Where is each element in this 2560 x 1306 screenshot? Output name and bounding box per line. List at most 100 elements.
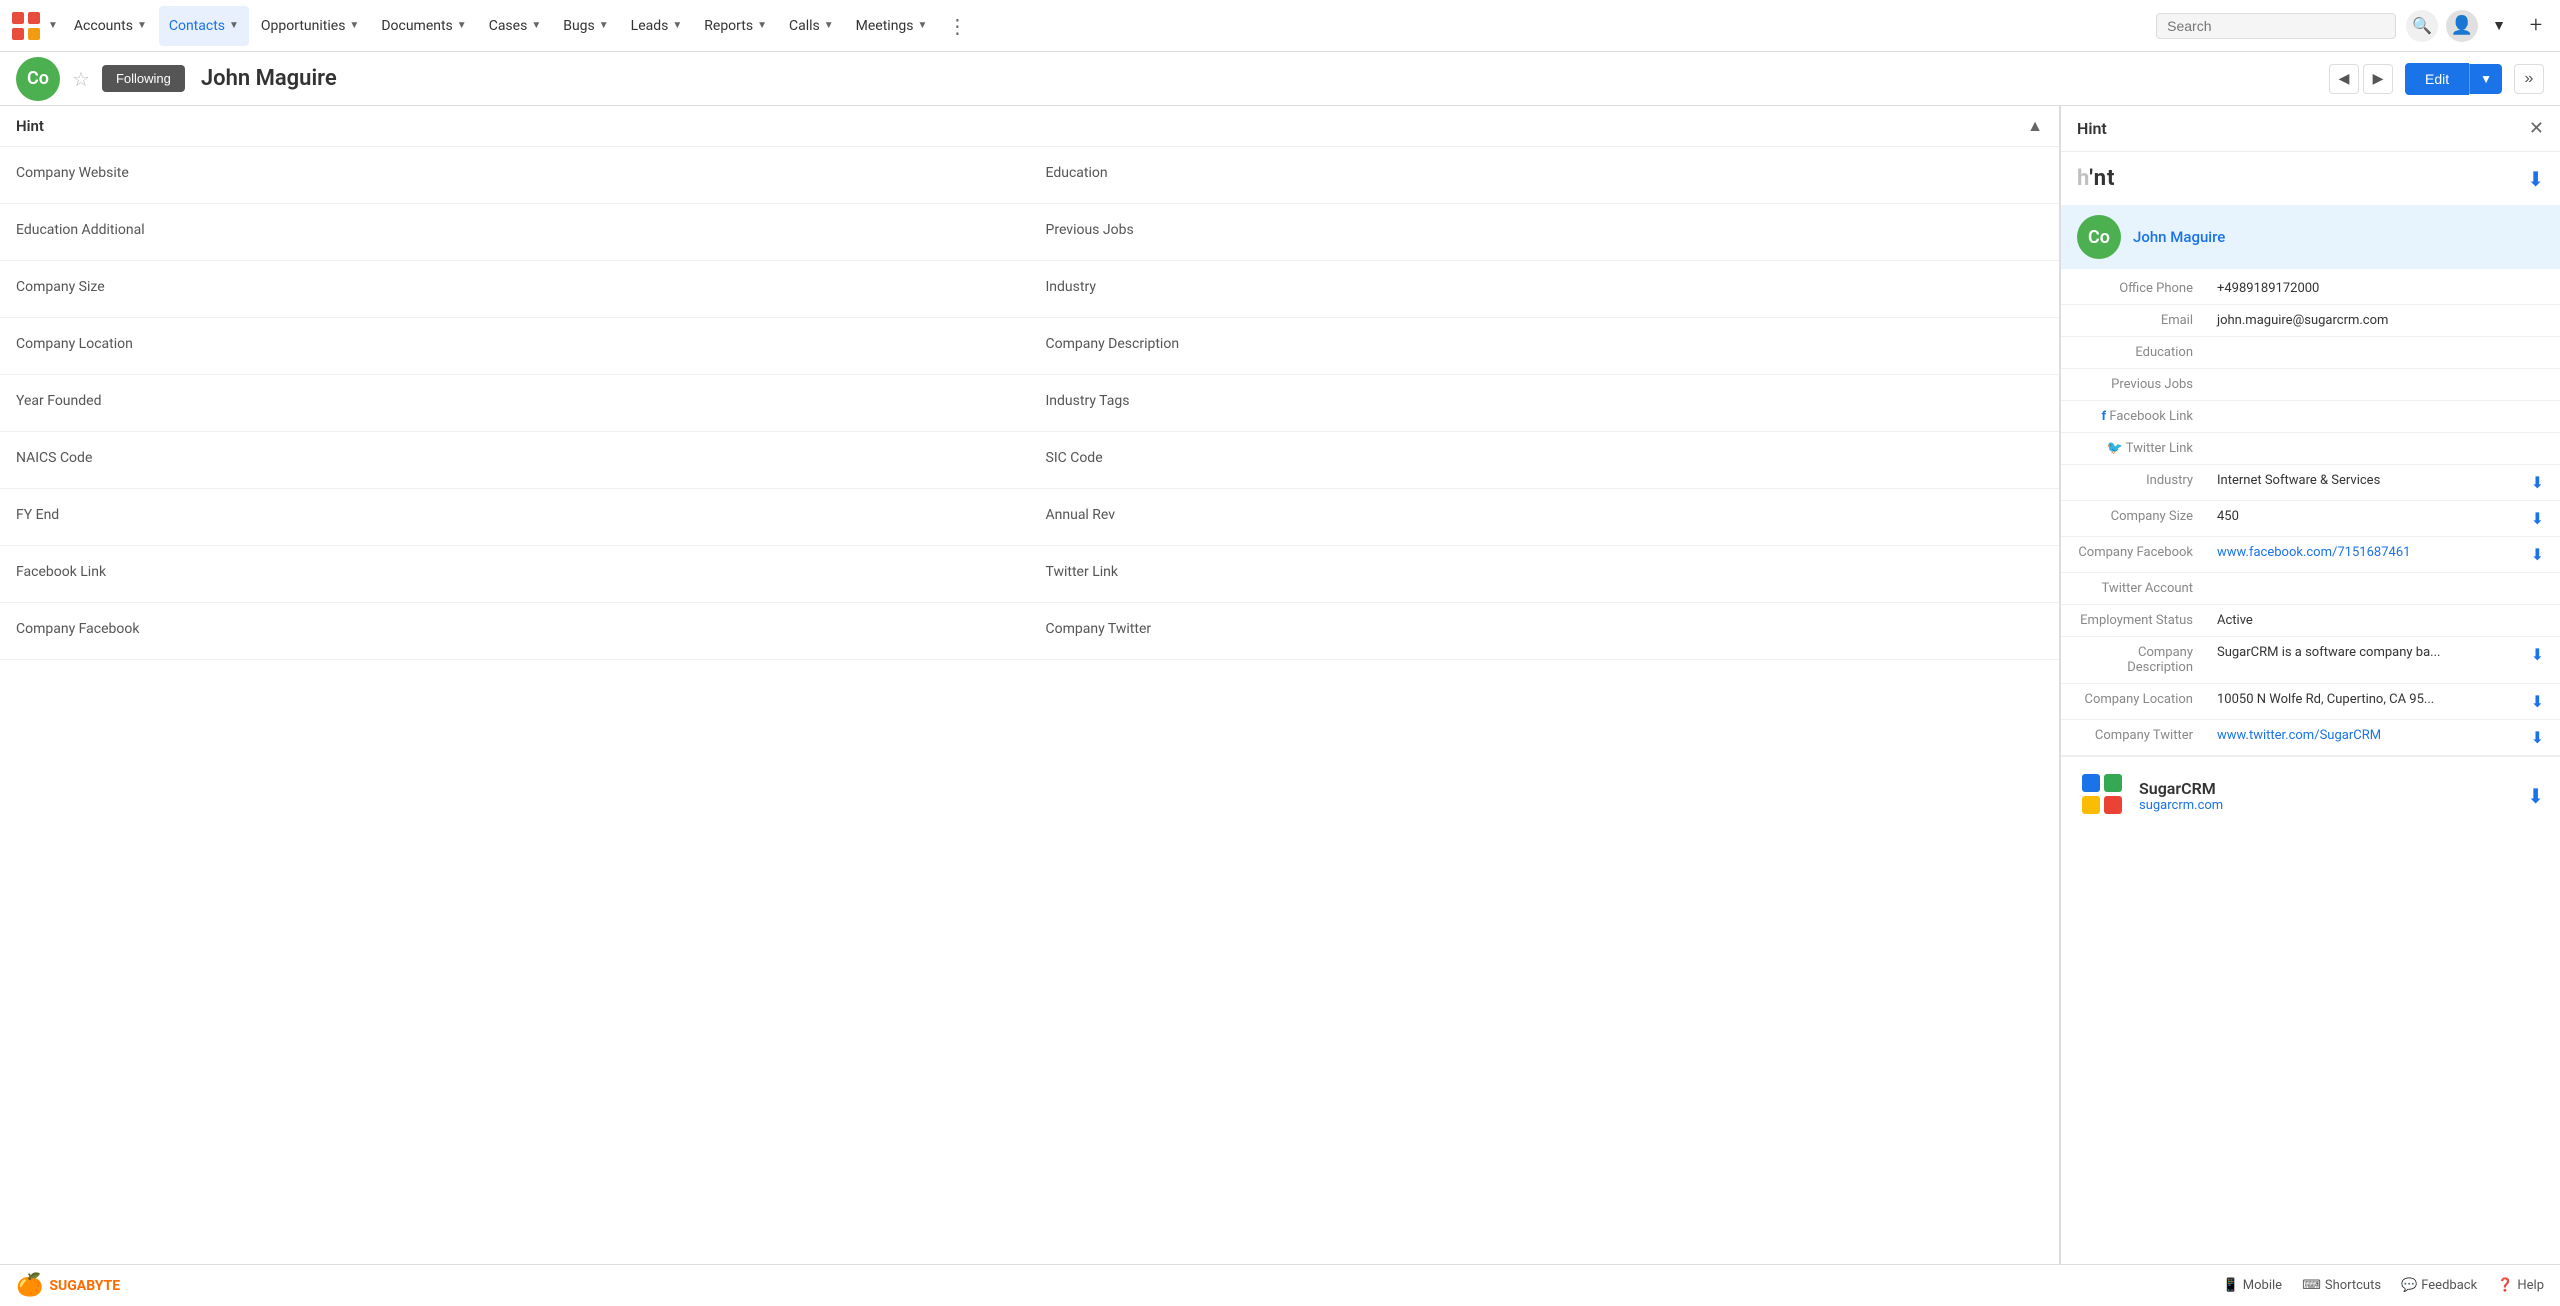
prev-contact-button[interactable]: ◀: [2329, 64, 2359, 94]
nav-item-cases[interactable]: Cases ▼: [479, 6, 552, 46]
edit-button[interactable]: Edit: [2405, 63, 2469, 95]
edit-button-group: Edit ▼: [2405, 63, 2502, 95]
footer-link-feedback[interactable]: 💬Feedback: [2401, 1278, 2477, 1293]
edit-dropdown-button[interactable]: ▼: [2469, 64, 2502, 94]
search-icon-button[interactable]: 🔍: [2406, 10, 2438, 42]
nav-item-reports[interactable]: Reports ▼: [694, 6, 777, 46]
hint-text-value: SugarCRM is a software company ba...: [2217, 645, 2440, 660]
nav-more-button[interactable]: ⋮: [939, 8, 975, 44]
add-button[interactable]: +: [2520, 10, 2552, 42]
company-info: SugarCRM sugarcrm.com: [2139, 779, 2223, 813]
footer-icon-shortcuts: ⌨: [2302, 1278, 2321, 1293]
form-field-left-2: Company Size: [0, 261, 1030, 318]
form-label: NAICS Code: [16, 450, 1014, 466]
form-label: SIC Code: [1046, 450, 2044, 466]
footer-logo: 🍊 SUGABYTE: [16, 1273, 120, 1298]
hint-row-download-icon[interactable]: ⬇: [2531, 728, 2544, 747]
hint-text-value: +4989189172000: [2217, 281, 2319, 296]
form-label: Facebook Link: [16, 564, 1014, 580]
hint-label: f Facebook Link: [2061, 401, 2201, 433]
hint-label: Company Location: [2061, 684, 2201, 720]
footer-link-shortcuts[interactable]: ⌨Shortcuts: [2302, 1278, 2381, 1293]
nav-item-leads[interactable]: Leads ▼: [621, 6, 693, 46]
hint-link-value[interactable]: www.twitter.com/SugarCRM: [2217, 728, 2381, 743]
favorite-star-button[interactable]: ☆: [72, 67, 90, 91]
logo-dropdown-icon[interactable]: ▼: [48, 20, 58, 31]
hint-label: Company Size: [2061, 501, 2201, 537]
hint-value-cell: [2201, 401, 2560, 433]
hint-label: 🐦 Twitter Link: [2061, 433, 2201, 465]
close-panel-button[interactable]: ✕: [2529, 118, 2544, 139]
collapse-hint-button[interactable]: ▲: [2027, 116, 2043, 136]
form-label: Year Founded: [16, 393, 1014, 409]
contact-name: John Maguire: [201, 66, 337, 91]
company-download-icon[interactable]: ⬇: [2527, 784, 2544, 808]
hint-form-grid: Company Website Education Education Additi…: [0, 147, 2059, 660]
form-field-right-6: Annual Rev: [1030, 489, 2060, 546]
footer-logo-text: SUGABYTE: [49, 1278, 120, 1294]
footer-icon-mobile: 📱: [2223, 1278, 2239, 1293]
hint-row-download-icon[interactable]: ⬇: [2531, 509, 2544, 528]
user-avatar-button[interactable]: 👤: [2446, 10, 2478, 42]
accounts-chevron-icon: ▼: [137, 20, 147, 31]
hint-contact-name[interactable]: John Maguire: [2133, 228, 2225, 246]
following-button[interactable]: Following: [102, 65, 185, 92]
company-url[interactable]: sugarcrm.com: [2139, 798, 2223, 813]
hint-info-row-6: IndustryInternet Software & Services⬇: [2061, 465, 2560, 501]
hint-row-download-icon[interactable]: ⬇: [2531, 645, 2544, 664]
form-field-right-4: Industry Tags: [1030, 375, 2060, 432]
nav-item-calls[interactable]: Calls ▼: [779, 6, 844, 46]
form-label: Company Website: [16, 165, 1014, 181]
nav-item-meetings[interactable]: Meetings ▼: [846, 6, 938, 46]
hint-contact-avatar: Co: [2077, 215, 2121, 259]
form-field-left-7: Facebook Link: [0, 546, 1030, 603]
nav-item-opportunities[interactable]: Opportunities ▼: [251, 6, 369, 46]
hint-row-download-icon[interactable]: ⬇: [2531, 473, 2544, 492]
hint-value-cell: 10050 N Wolfe Rd, Cupertino, CA 95... ⬇: [2201, 684, 2560, 720]
hint-logo-area: h'nt ⬇: [2061, 152, 2560, 205]
nav-icons-group: 🔍 👤 ▼ +: [2406, 6, 2552, 46]
main-layout: Hint ▲ Company WebsiteEducationEducation…: [0, 106, 2560, 1306]
form-label: Industry: [1046, 279, 2044, 295]
hint-value-cell: www.twitter.com/SugarCRM ⬇: [2201, 720, 2560, 756]
company-name: SugarCRM: [2139, 779, 2223, 798]
hint-value-cell: Active: [2201, 605, 2560, 637]
search-input[interactable]: [2167, 18, 2385, 34]
opportunities-chevron-icon: ▼: [349, 20, 359, 31]
form-field-right-1: Previous Jobs: [1030, 204, 2060, 261]
form-label: Company Size: [16, 279, 1014, 295]
nav-item-contacts[interactable]: Contacts ▼: [159, 6, 249, 46]
footer-link-help[interactable]: ❓Help: [2497, 1278, 2544, 1293]
form-label: Annual Rev: [1046, 507, 2044, 523]
reports-chevron-icon: ▼: [757, 20, 767, 31]
hint-link-value[interactable]: www.facebook.com/7151687461: [2217, 545, 2410, 560]
hint-info-row-1: Emailjohn.maguire@sugarcrm.com: [2061, 305, 2560, 337]
subheader-more-button[interactable]: »: [2514, 64, 2544, 94]
logo-icon: [8, 8, 44, 44]
hint-value-cell: Internet Software & Services⬇: [2201, 465, 2560, 501]
next-contact-button[interactable]: ▶: [2363, 64, 2393, 94]
nav-item-bugs[interactable]: Bugs ▼: [553, 6, 618, 46]
hint-download-icon[interactable]: ⬇: [2527, 167, 2544, 191]
nav-item-accounts[interactable]: Accounts ▼: [64, 6, 157, 46]
form-label: Industry Tags: [1046, 393, 2044, 409]
footer-link-mobile[interactable]: 📱Mobile: [2223, 1278, 2282, 1293]
hint-text-value: 10050 N Wolfe Rd, Cupertino, CA 95...: [2217, 692, 2434, 707]
documents-chevron-icon: ▼: [457, 20, 467, 31]
form-field-right-2: Industry: [1030, 261, 2060, 318]
hint-value-cell: +4989189172000: [2201, 273, 2560, 305]
hint-contact-card: Co John Maguire: [2061, 205, 2560, 269]
form-field-left-5: NAICS Code: [0, 432, 1030, 489]
form-label: Education Additional: [16, 222, 1014, 238]
hint-label: Industry: [2061, 465, 2201, 501]
form-field-right-0: Education: [1030, 147, 2060, 204]
nav-item-documents[interactable]: Documents ▼: [371, 6, 476, 46]
app-logo[interactable]: ▼: [8, 8, 58, 44]
hint-info-row-7: Company Size450⬇: [2061, 501, 2560, 537]
user-menu-button[interactable]: ▼: [2486, 6, 2512, 46]
hint-row-download-icon[interactable]: ⬇: [2531, 692, 2544, 711]
form-field-left-6: FY End: [0, 489, 1030, 546]
hint-label: Company Twitter: [2061, 720, 2201, 756]
hint-row-download-icon[interactable]: ⬇: [2531, 545, 2544, 564]
twitter-icon: 🐦: [2107, 441, 2123, 456]
